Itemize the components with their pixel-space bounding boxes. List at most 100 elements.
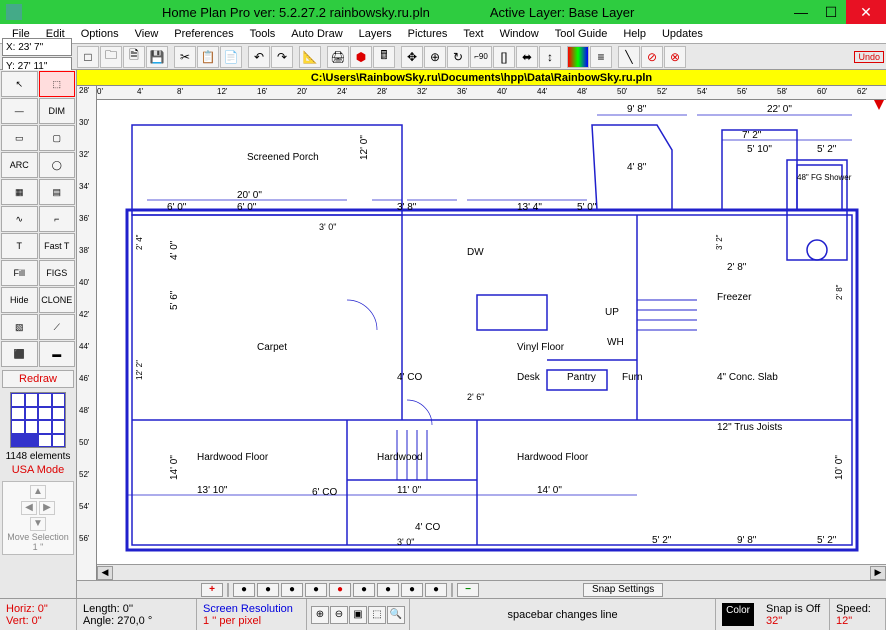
undo-indicator[interactable]: Undo bbox=[854, 51, 884, 63]
snap-4[interactable]: ● bbox=[305, 583, 327, 597]
label: 4" Conc. Slab bbox=[717, 372, 778, 383]
redraw-button[interactable]: Redraw bbox=[2, 370, 74, 388]
menu-tools[interactable]: Tools bbox=[242, 26, 284, 42]
tb-dim[interactable]: 📐 bbox=[299, 46, 321, 68]
move-selection[interactable]: ▲ ◀▶ ▼ Move Selection 1 " bbox=[2, 481, 74, 555]
menu-view[interactable]: View bbox=[127, 26, 167, 42]
h-scrollbar[interactable]: ◀ ▶ bbox=[97, 564, 886, 580]
tb-rows[interactable]: ≡ bbox=[590, 46, 612, 68]
dim: 10' 0" bbox=[834, 455, 845, 480]
tool-18[interactable]: ▧ bbox=[1, 314, 38, 340]
tb-snap[interactable]: [] bbox=[493, 46, 515, 68]
tool-10[interactable]: ∿ bbox=[1, 206, 38, 232]
tb-rot90[interactable]: ⌐90 bbox=[470, 46, 492, 68]
tb-copy[interactable]: 📋 bbox=[197, 46, 219, 68]
tool-17[interactable]: CLONE bbox=[39, 287, 76, 313]
close-button[interactable]: ✕ bbox=[846, 0, 886, 24]
tool-13[interactable]: Fast T bbox=[39, 233, 76, 259]
tool-2[interactable]: — bbox=[1, 98, 38, 124]
maximize-button[interactable]: ☐ bbox=[816, 2, 846, 22]
nav-down[interactable]: ▼ bbox=[30, 517, 46, 531]
tool-3[interactable]: DIM bbox=[39, 98, 76, 124]
snap-minus[interactable]: − bbox=[457, 583, 479, 597]
tb-nosnap[interactable]: ⊘ bbox=[641, 46, 663, 68]
dim: 9' 8" bbox=[627, 104, 647, 115]
snap-2[interactable]: ● bbox=[257, 583, 279, 597]
tool-14[interactable]: Fill bbox=[1, 260, 38, 286]
menu-preferences[interactable]: Preferences bbox=[166, 26, 241, 42]
tb-pan[interactable]: ✥ bbox=[401, 46, 423, 68]
tool-0[interactable]: ↖ bbox=[1, 71, 38, 97]
dim: 14' 0" bbox=[169, 455, 180, 480]
tool-4[interactable]: ▭ bbox=[1, 125, 38, 151]
menu-layers[interactable]: Layers bbox=[351, 26, 400, 42]
tb-cut[interactable]: ✂ bbox=[174, 46, 196, 68]
tool-16[interactable]: Hide bbox=[1, 287, 38, 313]
tb-calc[interactable]: 🖩 bbox=[373, 46, 395, 68]
tool-19[interactable]: ⟋ bbox=[39, 314, 76, 340]
zoom-1[interactable]: 🔍 bbox=[387, 606, 405, 624]
tool-8[interactable]: ▦ bbox=[1, 179, 38, 205]
snap-plus[interactable]: + bbox=[201, 583, 223, 597]
tool-7[interactable]: ◯ bbox=[39, 152, 76, 178]
tool-5[interactable]: ▢ bbox=[39, 125, 76, 151]
tool-9[interactable]: ▤ bbox=[39, 179, 76, 205]
tb-open[interactable]: 🗀 bbox=[100, 46, 122, 68]
zoom-in[interactable]: ⊕ bbox=[311, 606, 329, 624]
menu-pictures[interactable]: Pictures bbox=[400, 26, 456, 42]
nav-up[interactable]: ▲ bbox=[30, 485, 46, 499]
tb-rot[interactable]: ↻ bbox=[447, 46, 469, 68]
tb-nogrid[interactable]: ⊗ bbox=[664, 46, 686, 68]
snap-9[interactable]: ● bbox=[425, 583, 447, 597]
scroll-right[interactable]: ▶ bbox=[870, 566, 886, 580]
snap-settings-button[interactable]: Snap Settings bbox=[583, 583, 663, 597]
nav-left[interactable]: ◀ bbox=[21, 501, 37, 515]
color-button[interactable]: Color bbox=[722, 603, 754, 626]
menu-autodraw[interactable]: Auto Draw bbox=[283, 26, 350, 42]
snap-6[interactable]: ● bbox=[353, 583, 375, 597]
menu-updates[interactable]: Updates bbox=[654, 26, 711, 42]
tb-center[interactable]: ⊕ bbox=[424, 46, 446, 68]
snap-7[interactable]: ● bbox=[377, 583, 399, 597]
snap-3[interactable]: ● bbox=[281, 583, 303, 597]
tool-6[interactable]: ARC bbox=[1, 152, 38, 178]
tb-redo[interactable]: ↷ bbox=[271, 46, 293, 68]
tool-1[interactable]: ⬚ bbox=[39, 71, 76, 97]
menu-options[interactable]: Options bbox=[73, 26, 127, 42]
menu-toolguide[interactable]: Tool Guide bbox=[547, 26, 616, 42]
tb-undo[interactable]: ↶ bbox=[248, 46, 270, 68]
tb-cols[interactable]: ||| bbox=[567, 46, 589, 68]
zoom-full[interactable]: ▣ bbox=[349, 606, 367, 624]
tb-doc[interactable]: 🗎 bbox=[123, 46, 145, 68]
nav-right[interactable]: ▶ bbox=[39, 501, 55, 515]
zoom-rect[interactable]: ⬚ bbox=[368, 606, 386, 624]
status-length: Length: 0'' bbox=[83, 603, 190, 615]
tool-20[interactable]: ⬛ bbox=[1, 341, 38, 367]
dim: 12' 2" bbox=[135, 360, 144, 380]
snap-1[interactable]: ● bbox=[233, 583, 255, 597]
tb-save[interactable]: 💾 bbox=[146, 46, 168, 68]
snap-8[interactable]: ● bbox=[401, 583, 423, 597]
menu-text[interactable]: Text bbox=[455, 26, 491, 42]
tool-11[interactable]: ⌐ bbox=[39, 206, 76, 232]
tb-fliph[interactable]: ⬌ bbox=[516, 46, 538, 68]
grid-preview[interactable] bbox=[10, 392, 66, 448]
tb-paste[interactable]: 📄 bbox=[220, 46, 242, 68]
tb-hex[interactable]: ⬢ bbox=[350, 46, 372, 68]
scroll-left[interactable]: ◀ bbox=[97, 566, 113, 580]
tb-line[interactable]: ╲ bbox=[618, 46, 640, 68]
tool-12[interactable]: T bbox=[1, 233, 38, 259]
tool-15[interactable]: FIGS bbox=[39, 260, 76, 286]
minimize-button[interactable]: — bbox=[786, 2, 816, 22]
tb-print[interactable]: 🖨 bbox=[327, 46, 349, 68]
menu-bar: File Edit Options View Preferences Tools… bbox=[0, 24, 886, 44]
menu-help[interactable]: Help bbox=[615, 26, 654, 42]
zoom-out[interactable]: ⊖ bbox=[330, 606, 348, 624]
drawing-canvas[interactable]: Screened Porch Carpet Vinyl Floor Desk P… bbox=[97, 100, 886, 564]
snap-5[interactable]: ● bbox=[329, 583, 351, 597]
tb-new[interactable]: □ bbox=[77, 46, 99, 68]
tool-21[interactable]: ▬ bbox=[39, 341, 76, 367]
tb-flipv[interactable]: ↕ bbox=[539, 46, 561, 68]
app-title: Home Plan Pro ver: 5.2.27.2 rainbowsky.r… bbox=[162, 5, 430, 20]
menu-window[interactable]: Window bbox=[492, 26, 547, 42]
